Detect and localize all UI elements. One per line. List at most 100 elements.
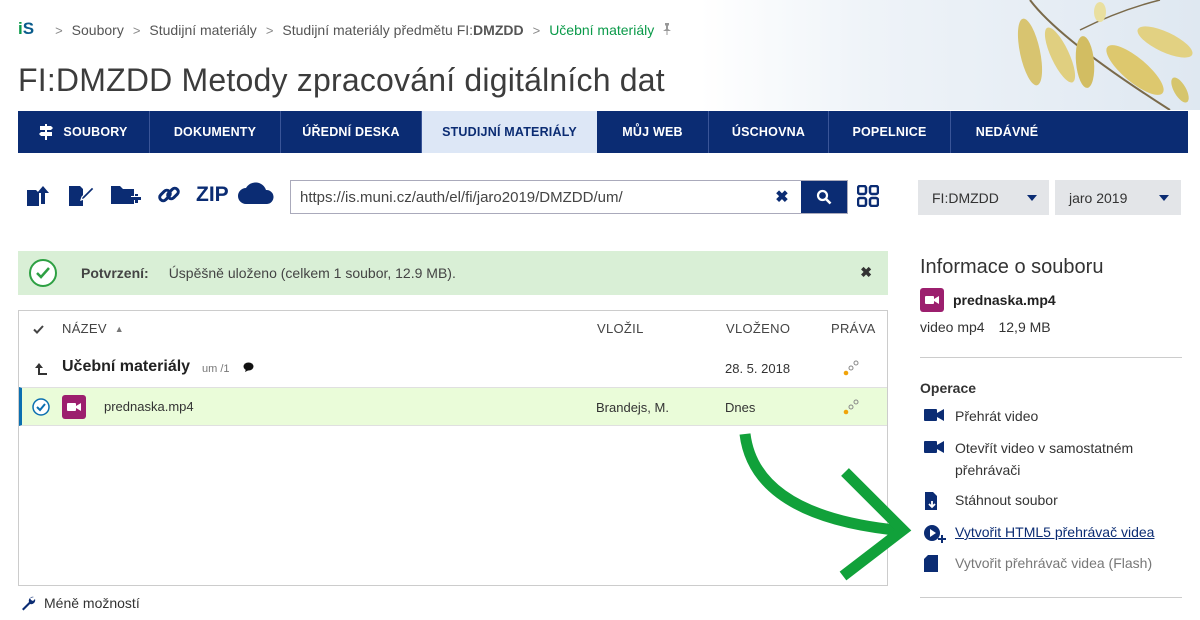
check-circle-icon (29, 259, 57, 287)
column-header-uploaded-by[interactable]: VLOŽIL (597, 321, 644, 336)
video-file-icon (920, 288, 944, 312)
info-file-name: prednaska.mp4 (953, 292, 1056, 308)
term-select-value: jaro 2019 (1069, 189, 1128, 206)
nav-item-soubory[interactable]: SOUBORY (18, 111, 150, 153)
chevron-right-icon: > (265, 22, 274, 38)
signpost-icon (39, 124, 54, 140)
divider (920, 357, 1182, 358)
operation-label: Stáhnout soubor (955, 492, 1058, 508)
rights-icon[interactable] (843, 399, 859, 418)
less-options-link[interactable]: Méně možností (20, 595, 140, 611)
nav-item-label: ÚŘEDNÍ DESKA (302, 125, 400, 139)
info-file-size: 12,9 MB (998, 319, 1051, 335)
cloud-icon[interactable] (236, 180, 276, 206)
main-nav: SOUBORY DOKUMENTY ÚŘEDNÍ DESKA STUDIJNÍ … (18, 111, 1188, 153)
file-icon (920, 552, 955, 572)
parent-folder-name[interactable]: Učební materiály (62, 358, 190, 376)
create-flash-player-link[interactable]: Vytvořit přehrávač videa (Flash) (920, 552, 1152, 574)
search-icon (816, 189, 832, 205)
wrench-icon (20, 595, 36, 611)
breadcrumb-item-course-text: Studijní materiály předmětu FI: (282, 22, 474, 38)
row-checkbox-checked[interactable] (32, 398, 50, 419)
nav-item-label: MŮJ WEB (622, 125, 683, 139)
new-folder-icon[interactable] (110, 181, 142, 209)
nav-item-dokumenty[interactable]: DOKUMENTY (150, 111, 281, 153)
clear-icon[interactable]: ✖ (763, 181, 801, 213)
nav-item-label: NEDÁVNÉ (975, 125, 1039, 139)
video-file-icon (62, 395, 86, 419)
breadcrumb-item-soubory[interactable]: Soubory (72, 22, 124, 38)
table-row[interactable]: prednaska.mp4 Brandejs, M. Dnes (19, 387, 887, 426)
alert-message: Úspěšně uloženo (celkem 1 soubor, 12.9 M… (168, 265, 456, 281)
chevron-down-icon (1159, 195, 1169, 201)
nav-item-studijni-materialy[interactable]: STUDIJNÍ MATERIÁLY (422, 111, 597, 153)
nav-item-label: SOUBORY (63, 125, 128, 139)
info-panel-title: Informace o souboru (920, 256, 1104, 278)
divider (920, 597, 1182, 598)
chevron-down-icon (1027, 195, 1037, 201)
rights-icon[interactable] (843, 360, 859, 379)
breadcrumb: iS > Soubory > Studijní materiály > Stud… (18, 19, 672, 39)
comment-icon[interactable] (243, 361, 254, 376)
breadcrumb-item-course-materials[interactable]: Studijní materiály předmětu FI:DMZDD (282, 22, 523, 38)
info-file-type: video mp4 (920, 319, 985, 335)
info-file-meta: video mp4 12,9 MB (920, 319, 1051, 335)
course-select-value: FI:DMZDD (932, 189, 999, 206)
file-uploaded: Dnes (725, 400, 756, 415)
column-header-label: NÁZEV (62, 321, 107, 336)
chevron-right-icon: > (132, 22, 141, 38)
download-file-link[interactable]: Stáhnout soubor (920, 489, 1058, 511)
file-uploaded-by: Brandejs, M. (596, 400, 669, 415)
course-select[interactable]: FI:DMZDD (918, 180, 1049, 215)
close-icon[interactable]: ✖ (860, 264, 872, 281)
zip-button[interactable]: ZIP (196, 183, 229, 207)
download-file-icon (920, 489, 955, 510)
sort-up-icon: ▲ (114, 324, 124, 334)
url-input[interactable] (291, 181, 763, 213)
video-camera-icon (920, 405, 955, 422)
term-select[interactable]: jaro 2019 (1055, 180, 1181, 215)
nav-item-label: DOKUMENTY (173, 125, 257, 139)
create-html5-player-link[interactable]: Vytvořit HTML5 přehrávač videa (920, 521, 1154, 544)
edit-file-icon[interactable] (66, 181, 96, 209)
column-header-rights[interactable]: PRÁVA (831, 321, 876, 336)
alert-label: Potvrzení: (81, 265, 149, 281)
level-up-icon[interactable] (33, 361, 49, 380)
select-all-checkbox[interactable] (33, 322, 44, 337)
nav-item-uschovna[interactable]: ÚSCHOVNA (709, 111, 829, 153)
operations-title: Operace (920, 380, 977, 396)
grid-view-icon[interactable] (856, 184, 880, 208)
less-options-label: Méně možností (44, 595, 140, 611)
nav-item-nedavne[interactable]: NEDÁVNÉ (951, 111, 1063, 153)
is-logo[interactable]: iS (18, 19, 34, 39)
file-name[interactable]: prednaska.mp4 (104, 399, 194, 414)
search-button[interactable] (801, 181, 847, 213)
upload-file-icon[interactable] (24, 181, 52, 209)
nav-item-uredni-deska[interactable]: ÚŘEDNÍ DESKA (281, 111, 422, 153)
operation-label: Otevřít video v samostatném přehrávači (955, 440, 1134, 478)
nav-item-popelnice[interactable]: POPELNICE (829, 111, 951, 153)
header-decoration-image (700, 0, 1200, 110)
column-header-uploaded[interactable]: VLOŽENO (726, 321, 790, 336)
operation-label: Přehrát video (955, 408, 1039, 424)
pin-icon[interactable] (662, 22, 672, 38)
chevron-right-icon: > (532, 22, 541, 38)
breadcrumb-item-current: Učební materiály (549, 22, 655, 38)
breadcrumb-item-studijni-materialy[interactable]: Studijní materiály (149, 22, 256, 38)
annotation-arrow (739, 433, 912, 581)
parent-folder-row[interactable]: Učební materiály um /1 28. 5. 2018 (19, 351, 887, 387)
url-search-box: ✖ (290, 180, 848, 214)
play-video-link[interactable]: Přehrát video (920, 405, 1038, 427)
nav-item-label: STUDIJNÍ MATERIÁLY (442, 125, 577, 139)
confirmation-alert: Potvrzení: Úspěšně uloženo (celkem 1 sou… (18, 251, 888, 295)
open-video-player-link[interactable]: Otevřít video v samostatném přehrávači (920, 437, 1180, 481)
column-header-name[interactable]: NÁZEV ▲ (62, 321, 124, 336)
operation-label: Vytvořit HTML5 přehrávač videa (955, 524, 1155, 540)
info-file-name-row: prednaska.mp4 (920, 288, 1056, 312)
folder-path: um /1 (202, 363, 230, 375)
page-title: FI:DMZDD Metody zpracování digitálních d… (18, 62, 665, 98)
link-icon[interactable] (156, 182, 182, 208)
operation-label: Vytvořit přehrávač videa (Flash) (955, 555, 1153, 571)
nav-item-label: ÚSCHOVNA (731, 125, 806, 139)
nav-item-muj-web[interactable]: MŮJ WEB (597, 111, 709, 153)
